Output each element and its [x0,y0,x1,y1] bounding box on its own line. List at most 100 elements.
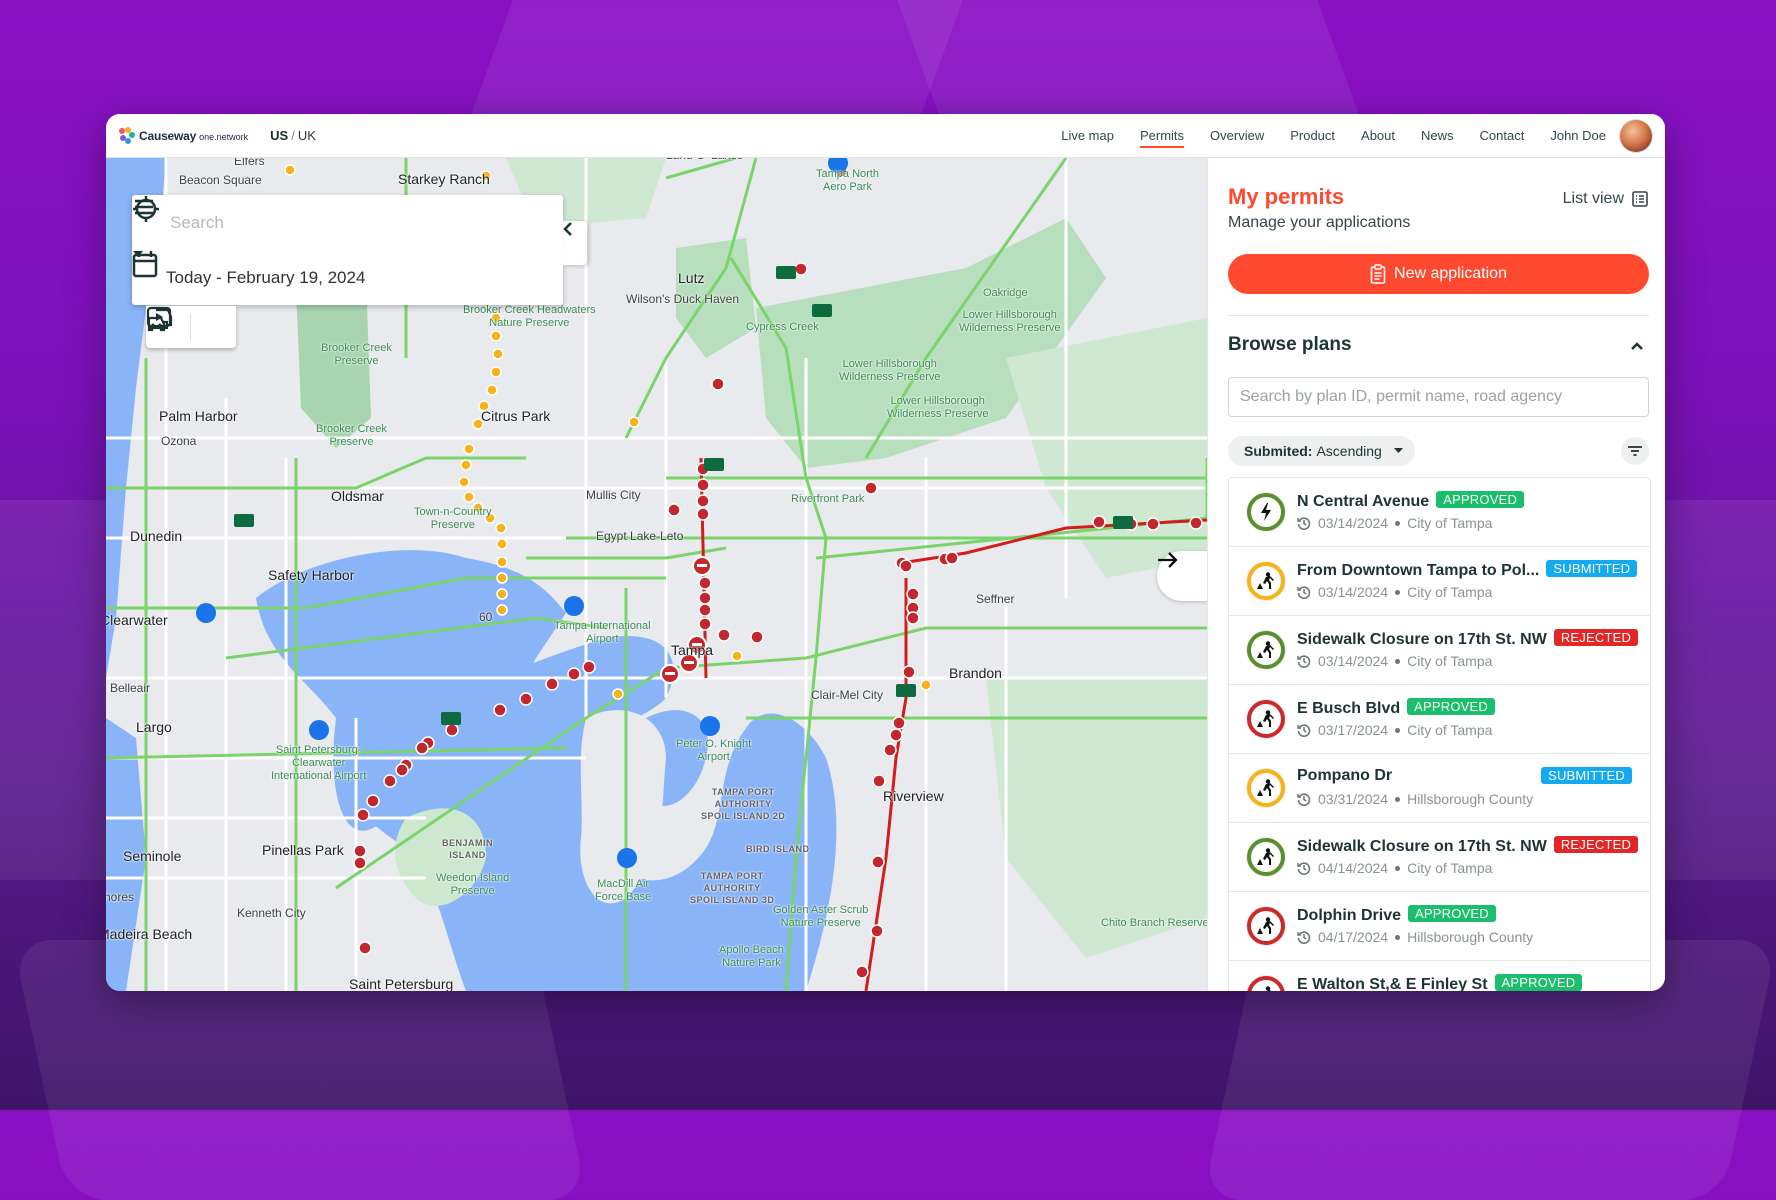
map-place-label: Oldsmar [331,488,384,504]
region-uk[interactable]: UK [298,128,316,143]
plan-name-text: E Walton St,& E Finley St [1297,976,1488,991]
sort-value: Ascending [1316,443,1382,459]
plan-list-item[interactable]: Sidewalk Closure on 17th St. NW REJECTED 0… [1229,616,1650,685]
caret-down-icon [1393,448,1403,454]
nav-overview[interactable]: Overview [1210,114,1264,157]
map-place-label: Riverfront Park [791,493,865,505]
roadworks-icon [1247,700,1285,738]
plan-list-item[interactable]: SUBMITTED Pompano Dr 03/31/2024 Hillsboroug… [1229,754,1650,823]
map-place-label: Land O' Lakes [666,158,743,162]
plan-list: N Central Avenue APPROVED 03/14/2024 City o… [1228,477,1651,991]
separator-dot [1395,589,1401,595]
map-place-label: BIRD ISLAND [746,844,810,854]
map-place-label: Town-n-Country Preserve [414,506,492,531]
status-badge: APPROVED [1494,974,1583,991]
plan-list-item[interactable]: E Walton St,& E Finley St APPROVED [1229,961,1650,991]
nav-contact[interactable]: Contact [1480,114,1525,157]
map-place-label: Riverview [883,788,944,804]
plan-meta: 03/14/2024 City of Tampa [1297,515,1492,531]
map-place-label: Brandon [949,665,1002,681]
separator-dot [1395,796,1401,802]
map-place-label: Safety Harbor [268,567,355,583]
map-tools [146,306,236,348]
status-badge: APPROVED [1407,698,1495,715]
plan-name: E Walton St,& E Finley St APPROVED [1297,974,1583,991]
separator-dot [1395,658,1401,664]
park-south-east [986,678,1207,958]
map-place-label: Palm Harbor [159,408,238,424]
plan-name: Sidewalk Closure on 17th St. NW REJECTED [1297,629,1639,649]
brand-subtitle: one.network [199,132,249,142]
plan-agency: City of Tampa [1407,860,1493,876]
causeway-logo[interactable]: Causeway one.network [119,126,249,144]
roadworks-icon [1247,631,1285,669]
sort-dropdown[interactable]: Submited: Ascending [1228,436,1415,466]
plan-meta: 03/14/2024 City of Tampa [1297,584,1492,600]
map-place-label: Mullis City [586,488,641,502]
nav-product[interactable]: Product [1290,114,1335,157]
plan-list-item[interactable]: Sidewalk Closure on 17th St. NW REJECTED 0… [1229,823,1650,892]
plan-search-input[interactable] [1228,377,1649,417]
live-map[interactable]: Elfers Beacon Square Starkey Ranch Land O' … [106,158,1207,991]
filter-icon [1628,446,1642,456]
region-us[interactable]: US [270,128,288,143]
map-place-label: Cypress Creek [746,321,819,333]
logo-icon [119,126,135,144]
plan-date: 03/14/2024 [1318,584,1389,600]
plan-agency: City of Tampa [1407,653,1493,669]
region-separator: / [291,128,295,143]
map-place-label: Lower Hillsborough Wilderness Preserve [887,395,989,420]
new-application-button[interactable]: New application [1228,254,1649,294]
map-place-label: Tampa [671,642,714,658]
plan-list-item[interactable]: E Busch Blvd APPROVED 03/17/2024 City of Ta… [1229,685,1650,754]
collapse-search-button[interactable] [563,221,587,265]
plan-name: From Downtown Tampa to Pol... SUBMITTED [1297,560,1638,580]
plan-list-item[interactable]: Dolphin Drive APPROVED 04/17/2024 Hillsboro… [1229,892,1650,961]
nav-permits[interactable]: Permits [1139,114,1185,157]
plan-name-text: N Central Avenue [1297,493,1430,510]
plan-agency: Hillsborough County [1407,929,1534,945]
map-place-label: Starkey Ranch [398,171,490,187]
list-icon [1632,191,1648,207]
roadworks-icon [1247,838,1285,876]
clipboard-icon [1370,264,1386,284]
map-place-label: Lower Hillsborough Wilderness Preserve [839,358,941,383]
nav-live-map[interactable]: Live map [1061,114,1114,157]
history-icon [1297,516,1311,530]
history-icon [1297,930,1311,944]
electric-works-icon [1247,493,1285,531]
plan-date: 03/17/2024 [1318,722,1389,738]
plan-agency: Hillsborough County [1407,791,1534,807]
nav-news[interactable]: News [1421,114,1454,157]
playback-button[interactable] [146,306,235,348]
land-interbay [580,710,666,904]
map-place-label: Golden Aster Scrub Nature Preserve [773,904,869,929]
plan-name-text: Pompano Dr [1297,767,1393,784]
avatar[interactable] [1620,119,1652,152]
collapse-browse-button[interactable] [1625,334,1649,358]
plan-agency: City of Tampa [1407,515,1493,531]
expand-panel-button[interactable] [1157,551,1207,601]
separator-dot [1395,520,1401,526]
map-place-label: Largo [136,719,172,735]
plan-date: 03/31/2024 [1318,791,1389,807]
date-picker[interactable]: Today - February 19, 2024 [132,250,563,305]
history-icon [1297,861,1311,875]
nav-about[interactable]: About [1361,114,1395,157]
panel-subtitle: Manage your applications [1228,214,1411,231]
status-badge: SUBMITTED [1541,767,1632,784]
map-search-input[interactable] [168,211,472,234]
plan-list-item[interactable]: N Central Avenue APPROVED 03/14/2024 City o… [1229,478,1650,547]
roadworks-icon [1247,769,1285,807]
plan-list-item[interactable]: From Downtown Tampa to Pol... SUBMITTED 03… [1229,547,1650,616]
plan-meta: 03/17/2024 City of Tampa [1297,722,1492,738]
app-window: Causeway one.network US / UK Live map Perm… [106,114,1665,991]
sort-key: Submited: [1244,443,1313,459]
user-name[interactable]: John Doe [1550,128,1606,143]
map-place-label: Seffner [976,592,1015,606]
date-value: Today - February 19, 2024 [166,267,366,287]
list-view-button[interactable]: List view [1563,190,1648,208]
filter-button[interactable] [1621,437,1649,465]
map-place-label: BENJAMIN ISLAND [442,838,494,860]
plan-name-text: E Busch Blvd [1297,700,1401,717]
